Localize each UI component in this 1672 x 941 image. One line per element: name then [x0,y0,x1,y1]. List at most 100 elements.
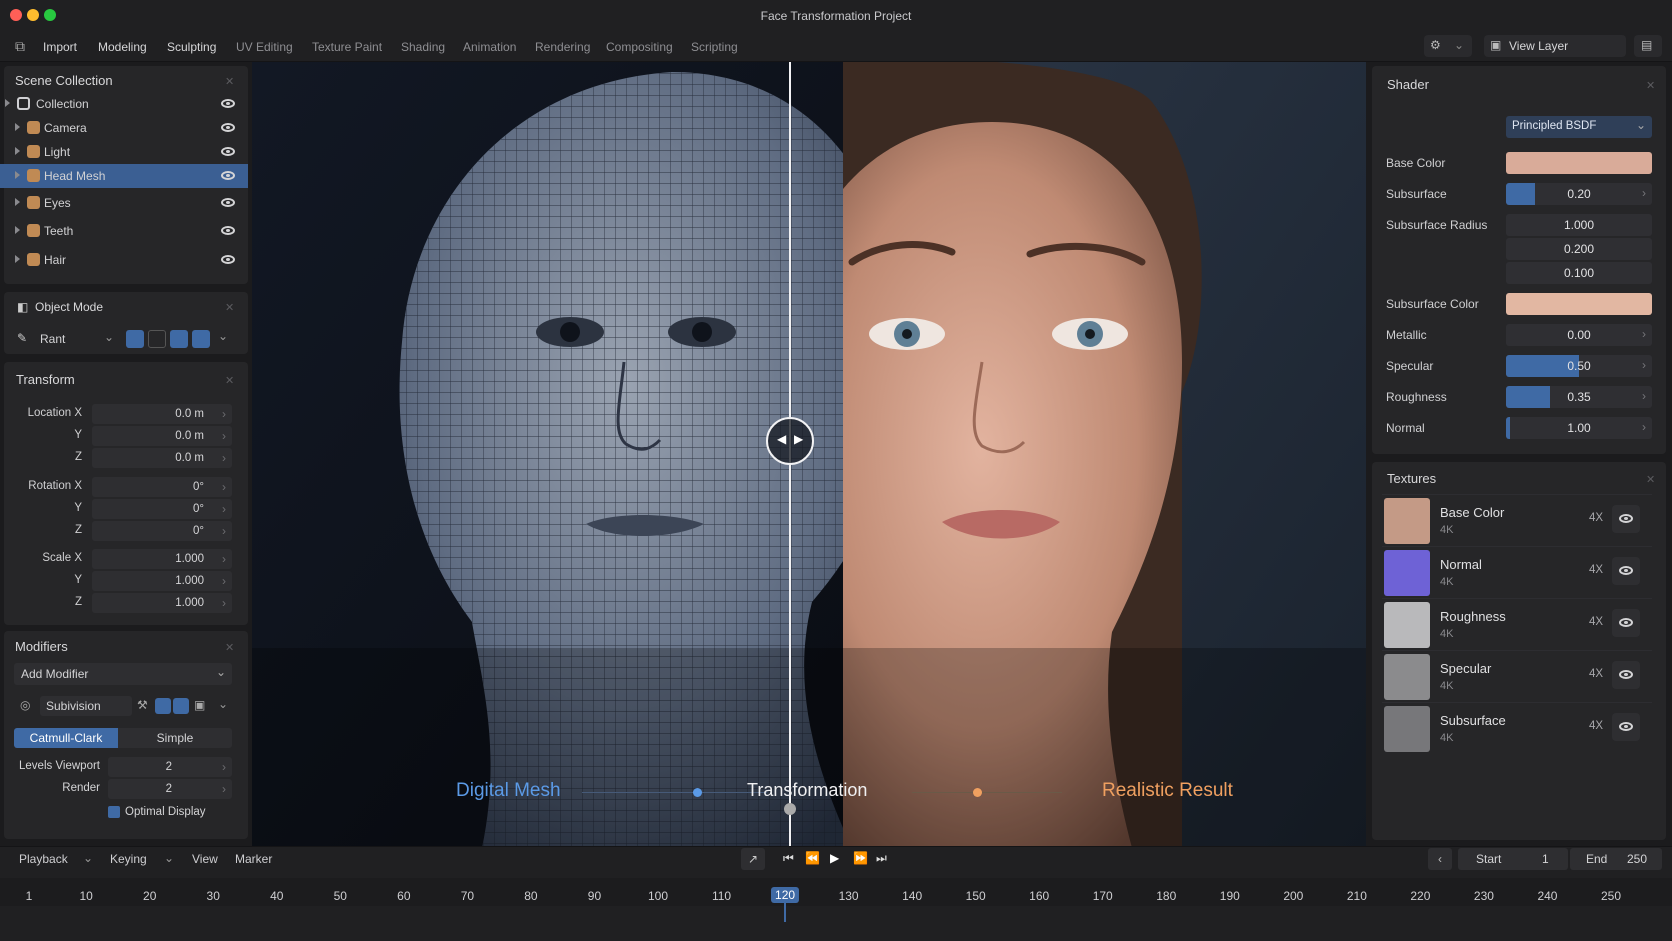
shader-type-dropdown[interactable]: Principled BSDF ⌄ [1506,116,1652,138]
brush-selector[interactable]: ✎ Rant ⌄ [14,328,116,350]
eye-icon[interactable] [221,147,235,156]
close-icon[interactable]: ✕ [225,75,235,88]
levels-viewport-field[interactable]: 2 [108,757,232,777]
realtime-toggle[interactable] [155,698,171,714]
close-icon[interactable]: ✕ [225,301,235,314]
roughness-slider[interactable]: 0.35 › [1506,386,1652,408]
texture-row[interactable]: Subsurface 4K 4X [1382,702,1652,752]
edit-mode-icon[interactable]: ⚒ [137,698,148,712]
current-frame-indicator[interactable]: 120 [771,887,800,903]
texture-visibility-button[interactable] [1612,661,1640,689]
expand-arrow-icon[interactable] [15,147,20,155]
sculpt-draw-toggle[interactable] [126,330,144,348]
tab-texture-paint[interactable]: Texture Paint [312,40,382,54]
subsurface-radius-z[interactable]: 0.100 [1506,262,1652,284]
end-frame-field[interactable]: End 250 [1570,848,1662,870]
view-menu[interactable]: View [192,852,218,866]
eye-icon[interactable] [221,226,235,235]
playback-menu[interactable]: Playback [19,852,68,866]
sculpt-grab-toggle[interactable] [148,330,166,348]
eye-icon[interactable] [221,99,235,108]
menu-import[interactable]: Import [43,40,77,54]
marker-menu[interactable]: Marker [235,852,272,866]
outliner-item[interactable]: Camera [0,116,248,140]
outliner-item[interactable]: Eyes [0,191,248,215]
eye-icon[interactable] [221,198,235,207]
playhead-line[interactable] [784,902,787,922]
tab-simple[interactable]: Simple [118,728,232,748]
base-color-swatch[interactable] [1506,152,1652,174]
eye-icon[interactable] [221,255,235,264]
jump-end-icon[interactable]: ⏭ [876,851,887,866]
tab-compositing[interactable]: Compositing [606,40,673,54]
texture-row[interactable]: Specular 4K 4X [1382,650,1652,700]
expand-arrow-icon[interactable] [15,198,20,206]
close-icon[interactable]: ✕ [225,374,235,387]
render-toggle[interactable] [173,698,189,714]
split-handle[interactable]: ◀ ▶ [766,417,814,465]
expand-arrow-icon[interactable] [15,123,20,131]
location-y-field[interactable]: 0.0 m [92,426,232,446]
view-layer-selector[interactable]: ▣ View Layer [1484,35,1626,57]
tab-sculpting[interactable]: Sculpting [167,40,216,54]
scale-z-field[interactable]: 1.000 [92,593,232,613]
rotation-x-field[interactable]: 0° [92,477,232,497]
optimal-display-checkbox[interactable] [108,806,120,818]
specular-slider[interactable]: 0.50 › [1506,355,1652,377]
outliner-item[interactable]: Teeth [0,219,248,243]
tab-catmull-clark[interactable]: Catmull-Clark [14,728,118,748]
jump-start-icon[interactable]: ⏮ [783,851,794,866]
camera-icon[interactable]: ▣ [194,698,205,712]
auto-key-icon[interactable]: ↗ [741,848,765,870]
subsurface-radius-y[interactable]: 0.200 [1506,238,1652,260]
subsurface-color-swatch[interactable] [1506,293,1652,315]
tab-rendering[interactable]: Rendering [535,40,590,54]
texture-row[interactable]: Normal 4K 4X [1382,546,1652,596]
tab-animation[interactable]: Animation [463,40,516,54]
location-x-field[interactable]: 0.0 m [92,404,232,424]
expand-arrow-icon[interactable] [15,226,20,234]
sculpt-inflate-toggle[interactable] [192,330,210,348]
texture-visibility-button[interactable] [1612,713,1640,741]
tab-uv-editing[interactable]: UV Editing [236,40,293,54]
rotation-y-field[interactable]: 0° [92,499,232,519]
subsurface-radius-x[interactable]: 1.000 [1506,214,1652,236]
scale-y-field[interactable]: 1.000 [92,571,232,591]
subsurface-slider[interactable]: 0.20 › [1506,183,1652,205]
keying-menu[interactable]: Keying [110,852,147,866]
texture-visibility-button[interactable] [1612,505,1640,533]
sculpt-smooth-toggle[interactable] [170,330,188,348]
texture-row[interactable]: Roughness 4K 4X [1382,598,1652,648]
chevron-down-icon[interactable]: ⌄ [218,329,228,343]
split-bottom-knob[interactable] [784,803,796,815]
expand-arrow-icon[interactable] [15,171,20,179]
layer-options-button[interactable]: ▤ [1634,35,1662,57]
location-z-field[interactable]: 0.0 m [92,448,232,468]
texture-row[interactable]: Base Color 4K 4X [1382,494,1652,544]
outliner-item[interactable]: Head Mesh [0,164,248,188]
preview-range-icon[interactable]: ‹ [1428,848,1452,870]
tab-modeling[interactable]: Modeling [98,40,147,54]
rotation-z-field[interactable]: 0° [92,521,232,541]
app-logo-icon[interactable]: ⧉ [15,38,25,55]
close-icon[interactable]: ✕ [1646,79,1656,92]
outliner-item[interactable]: Light [0,140,248,164]
metallic-slider[interactable]: 0.00 › [1506,324,1652,346]
3d-viewport[interactable]: ◀ ▶ Digital Mesh Transformation Realisti… [252,62,1366,848]
close-icon[interactable]: ✕ [225,641,235,654]
step-forward-icon[interactable]: ⏩ [853,851,868,865]
normal-slider[interactable]: 1.00 › [1506,417,1652,439]
eye-icon[interactable] [221,123,235,132]
outliner-item[interactable]: Hair [0,248,248,272]
add-modifier-dropdown[interactable]: Add Modifier ⌄ [14,663,232,685]
close-icon[interactable]: ✕ [1646,473,1656,486]
eye-icon[interactable] [221,171,235,180]
modifier-name-field[interactable]: Subivision [40,696,132,716]
play-icon[interactable]: ▶ [830,851,839,865]
texture-visibility-button[interactable] [1612,557,1640,585]
expand-arrow-icon[interactable] [5,99,10,107]
outliner-item[interactable]: Collection [0,92,248,116]
tab-shading[interactable]: Shading [401,40,445,54]
texture-visibility-button[interactable] [1612,609,1640,637]
start-frame-field[interactable]: Start 1 [1458,848,1568,870]
